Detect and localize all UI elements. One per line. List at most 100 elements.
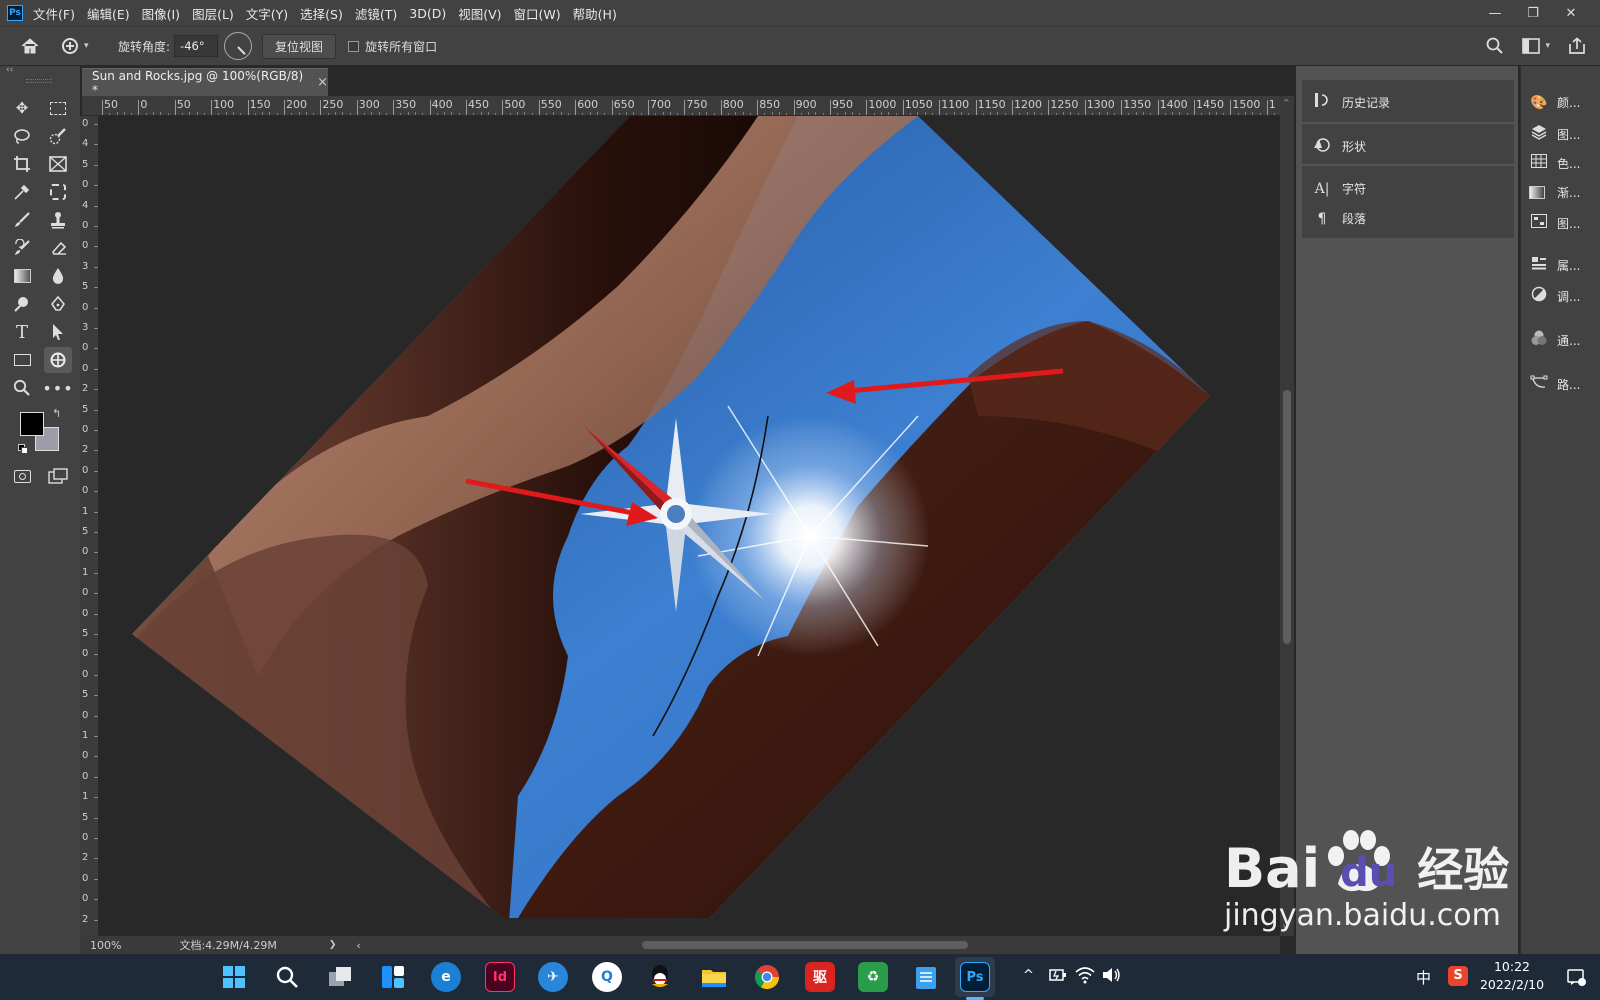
- share-icon[interactable]: [1568, 37, 1586, 55]
- indesign-icon[interactable]: Id: [485, 962, 515, 992]
- collapse-toolbar-icon[interactable]: ‹‹: [6, 65, 13, 75]
- default-colors-icon[interactable]: [18, 444, 28, 454]
- ime-indicator[interactable]: 中: [1416, 967, 1431, 988]
- panel-item-properties[interactable]: 属...: [1529, 256, 1580, 274]
- panel-group-history: 历史记录: [1302, 80, 1514, 122]
- panel-item-paragraph[interactable]: ¶ 段落: [1312, 210, 1366, 227]
- marquee-tool-icon[interactable]: [44, 95, 72, 121]
- close-window-icon[interactable]: ✕: [1552, 6, 1590, 21]
- file-explorer-icon[interactable]: [699, 962, 729, 992]
- scroll-thumb[interactable]: [1283, 390, 1291, 644]
- horizontal-scroll-thumb[interactable]: [642, 941, 968, 949]
- panel-item-history[interactable]: 历史记录: [1312, 92, 1390, 112]
- menu-layer[interactable]: 图层(L): [192, 4, 234, 23]
- rotate-angle-input[interactable]: [174, 35, 219, 57]
- type-tool-icon[interactable]: T: [8, 319, 36, 345]
- qq-icon[interactable]: [645, 962, 675, 992]
- canvas-area[interactable]: [98, 116, 1280, 936]
- foreground-color-swatch[interactable]: [20, 412, 44, 436]
- panel-item-gradient[interactable]: 渐...: [1529, 184, 1580, 201]
- gradient-tool-icon[interactable]: [8, 263, 36, 289]
- menu-filter[interactable]: 滤镜(T): [355, 4, 397, 23]
- sogou-ime-icon[interactable]: S: [1448, 966, 1468, 986]
- search-icon[interactable]: [1486, 37, 1504, 55]
- panel-item-channels[interactable]: 通...: [1529, 330, 1580, 350]
- tray-wifi-icon[interactable]: [1075, 966, 1095, 987]
- move-tool-icon[interactable]: ✥: [8, 95, 36, 121]
- spot-healing-tool-icon[interactable]: [44, 179, 72, 205]
- minimize-icon[interactable]: —: [1476, 6, 1514, 21]
- windows-start-icon[interactable]: [219, 962, 249, 992]
- photoshop-taskbar-icon[interactable]: Ps: [960, 962, 990, 992]
- tray-power-icon[interactable]: [1049, 966, 1069, 987]
- feishu-icon[interactable]: ✈: [538, 962, 568, 992]
- pen-tool-icon[interactable]: [44, 291, 72, 317]
- history-brush-tool-icon[interactable]: [8, 235, 36, 261]
- rotate-view-tool-icon[interactable]: ▾: [60, 36, 104, 56]
- crop-tool-icon[interactable]: [8, 151, 36, 177]
- scroll-left-icon[interactable]: ‹: [356, 939, 360, 952]
- menu-help[interactable]: 帮助(H): [573, 4, 617, 23]
- path-select-tool-icon[interactable]: [44, 319, 72, 345]
- restore-icon[interactable]: ❐: [1514, 6, 1552, 21]
- menu-edit[interactable]: 编辑(E): [87, 4, 130, 23]
- app-red-icon[interactable]: 驱: [805, 962, 835, 992]
- blur-tool-icon[interactable]: [44, 263, 72, 289]
- widgets-icon[interactable]: [378, 962, 408, 992]
- eraser-tool-icon[interactable]: [44, 235, 72, 261]
- menu-image[interactable]: 图像(I): [142, 4, 180, 23]
- tray-volume-icon[interactable]: [1101, 966, 1121, 987]
- ruler-top-tick: [356, 100, 358, 115]
- close-tab-icon[interactable]: ×: [317, 75, 328, 90]
- home-icon[interactable]: [0, 37, 60, 55]
- quick-mask-icon[interactable]: [8, 463, 36, 489]
- menu-view[interactable]: 视图(V): [458, 4, 501, 23]
- rotate-all-windows-checkbox[interactable]: [348, 40, 360, 52]
- panel-item-character[interactable]: A| 字符: [1312, 180, 1366, 197]
- rotated-image[interactable]: [98, 116, 1280, 936]
- notepad-icon[interactable]: [911, 962, 941, 992]
- brush-tool-icon[interactable]: [8, 207, 36, 233]
- status-menu-arrow[interactable]: ❯: [329, 940, 337, 950]
- chrome-icon[interactable]: [752, 962, 782, 992]
- scroll-up-icon[interactable]: ^: [1283, 98, 1290, 107]
- panel-item-adjustments[interactable]: 调...: [1529, 286, 1580, 306]
- menu-select[interactable]: 选择(S): [300, 4, 343, 23]
- rotate-angle-dial[interactable]: [224, 32, 253, 60]
- swap-colors-icon[interactable]: ↰: [52, 407, 61, 420]
- stamp-tool-icon[interactable]: [44, 207, 72, 233]
- vertical-scrollbar[interactable]: ^ v: [1280, 96, 1294, 936]
- task-view-icon[interactable]: [325, 962, 355, 992]
- screen-mode-icon[interactable]: [44, 463, 72, 489]
- lasso-tool-icon[interactable]: [8, 123, 36, 149]
- taskbar-search-icon[interactable]: [272, 962, 302, 992]
- rotate-view-tool-icon[interactable]: [44, 347, 72, 373]
- workspace-icon[interactable]: ▾: [1522, 38, 1550, 54]
- quick-select-tool-icon[interactable]: [44, 123, 72, 149]
- qq-browser-icon[interactable]: Q: [592, 962, 622, 992]
- panel-item-shapes[interactable]: 形状: [1312, 136, 1366, 156]
- recycle-app-icon[interactable]: ♻: [858, 962, 888, 992]
- panel-item-color[interactable]: 🎨 颜...: [1529, 94, 1580, 111]
- notification-icon[interactable]: [1566, 967, 1586, 990]
- document-tab[interactable]: Sun and Rocks.jpg @ 100%(RGB/8) * ×: [82, 68, 328, 97]
- panel-item-paths[interactable]: 路...: [1529, 374, 1580, 394]
- menu-type[interactable]: 文字(Y): [246, 4, 288, 23]
- panel-item-layers[interactable]: 图...: [1529, 124, 1580, 144]
- panel-item-patterns[interactable]: 图...: [1529, 214, 1580, 232]
- tray-chevron-icon[interactable]: ^: [1023, 968, 1034, 983]
- edge-browser-icon[interactable]: e: [431, 962, 461, 992]
- menu-3d[interactable]: 3D(D): [409, 6, 446, 21]
- reset-view-button[interactable]: 复位视图: [262, 33, 337, 59]
- more-tools-icon[interactable]: •••: [42, 375, 72, 401]
- menu-file[interactable]: 文件(F): [33, 4, 75, 23]
- eyedropper-tool-icon[interactable]: [8, 179, 36, 205]
- zoom-level[interactable]: 100%: [90, 939, 121, 952]
- menu-window[interactable]: 窗口(W): [514, 4, 561, 23]
- dodge-tool-icon[interactable]: [8, 291, 36, 317]
- clock[interactable]: 10:22 2022/2/10: [1478, 959, 1546, 992]
- rectangle-tool-icon[interactable]: [8, 347, 36, 373]
- zoom-tool-icon[interactable]: [8, 375, 36, 401]
- frame-tool-icon[interactable]: [44, 151, 72, 177]
- panel-item-swatches[interactable]: 色...: [1529, 154, 1580, 172]
